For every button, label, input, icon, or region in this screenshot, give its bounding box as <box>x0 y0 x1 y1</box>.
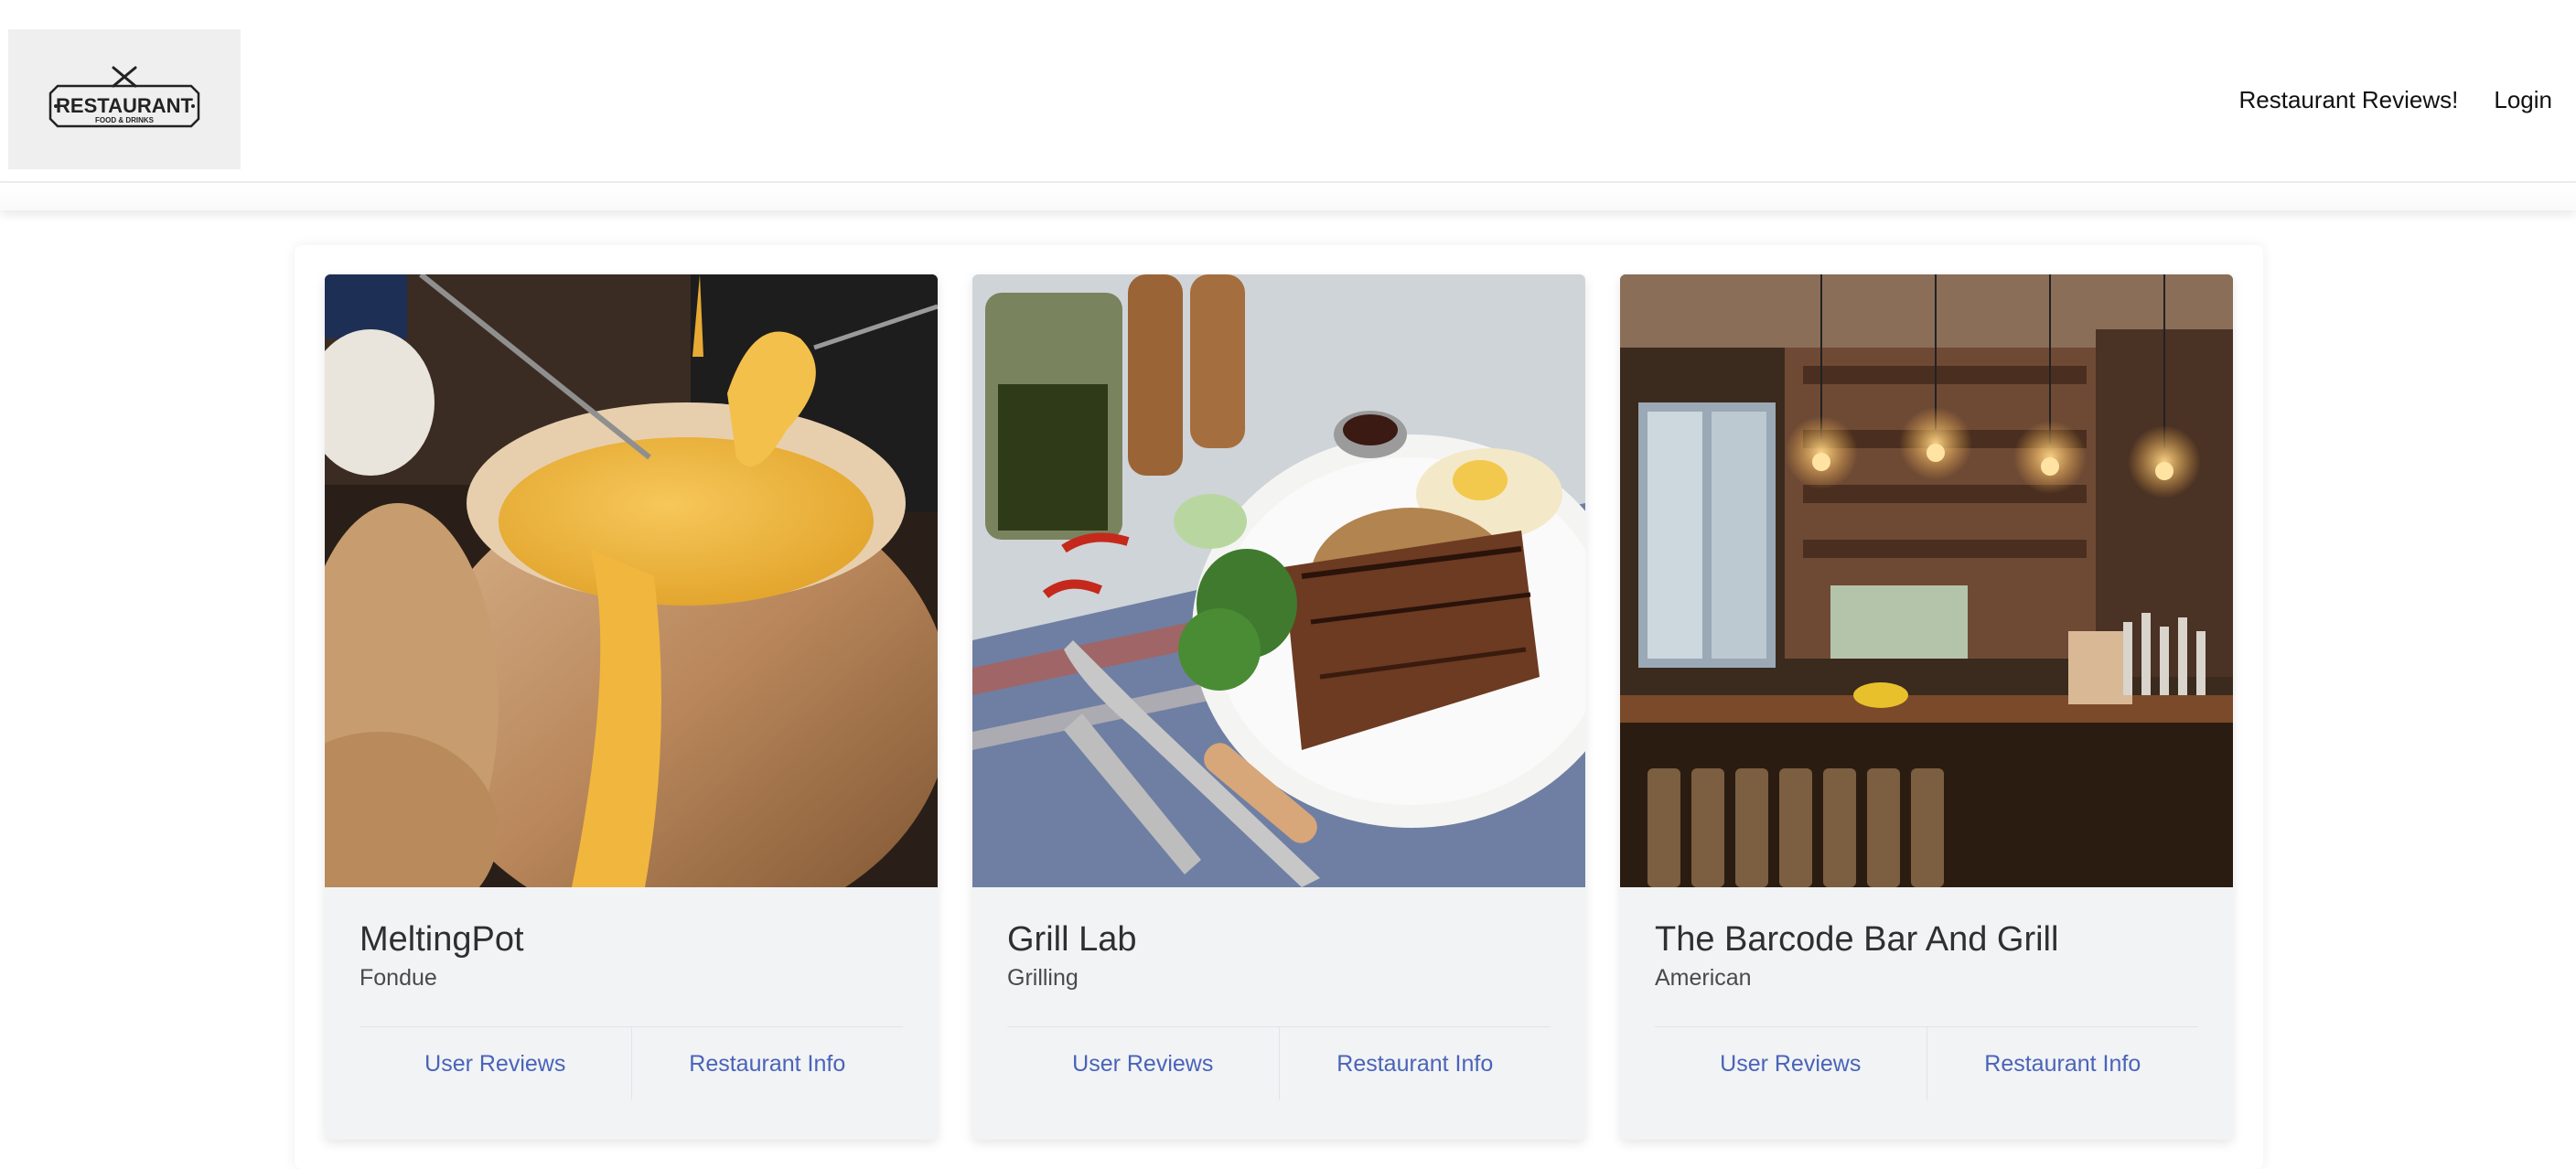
restaurant-info-link[interactable]: Restaurant Info <box>630 1027 904 1100</box>
grill-plate-image <box>972 274 1585 887</box>
nav-login[interactable]: Login <box>2494 86 2552 114</box>
restaurant-cuisine: American <box>1655 965 1752 991</box>
restaurant-info-link[interactable]: Restaurant Info <box>1926 1027 2199 1100</box>
restaurant-card: The Barcode Bar And Grill American User … <box>1620 274 2233 1140</box>
main-nav: Restaurant Reviews! Login <box>2238 86 2552 114</box>
restaurant-name: The Barcode Bar And Grill <box>1655 920 2059 959</box>
bar-interior-image <box>1620 274 2233 887</box>
restaurant-name: MeltingPot <box>360 920 524 959</box>
card-actions: User Reviews Restaurant Info <box>1007 1027 1551 1100</box>
logo-tagline: FOOD & DRINKS <box>95 116 155 124</box>
user-reviews-link[interactable]: User Reviews <box>1007 1027 1279 1100</box>
site-header: RESTAURANT FOOD & DRINKS Restaurant Revi… <box>0 0 2576 181</box>
restaurant-image[interactable] <box>325 274 938 887</box>
restaurant-card: Grill Lab Grilling User Reviews Restaura… <box>972 274 1585 1140</box>
restaurant-image[interactable] <box>1620 274 2233 887</box>
logo-title: RESTAURANT <box>56 94 193 117</box>
restaurant-cuisine: Fondue <box>360 965 437 991</box>
header-shadow-bar <box>0 183 2576 210</box>
restaurant-logo[interactable]: RESTAURANT FOOD & DRINKS <box>8 29 241 169</box>
card-actions: User Reviews Restaurant Info <box>360 1027 903 1100</box>
restaurant-card: MeltingPot Fondue User Reviews Restauran… <box>325 274 938 1140</box>
fondue-image <box>325 274 938 887</box>
card-actions: User Reviews Restaurant Info <box>1655 1027 2198 1100</box>
restaurant-name: Grill Lab <box>1007 920 1137 959</box>
restaurant-list: MeltingPot Fondue User Reviews Restauran… <box>295 245 2263 1169</box>
restaurant-image[interactable] <box>972 274 1585 887</box>
logo-icon: RESTAURANT FOOD & DRINKS <box>48 66 200 127</box>
user-reviews-link[interactable]: User Reviews <box>360 1027 631 1100</box>
user-reviews-link[interactable]: User Reviews <box>1655 1027 1927 1100</box>
restaurant-cuisine: Grilling <box>1007 965 1079 991</box>
nav-restaurant-reviews[interactable]: Restaurant Reviews! <box>2238 86 2458 114</box>
restaurant-info-link[interactable]: Restaurant Info <box>1278 1027 1551 1100</box>
